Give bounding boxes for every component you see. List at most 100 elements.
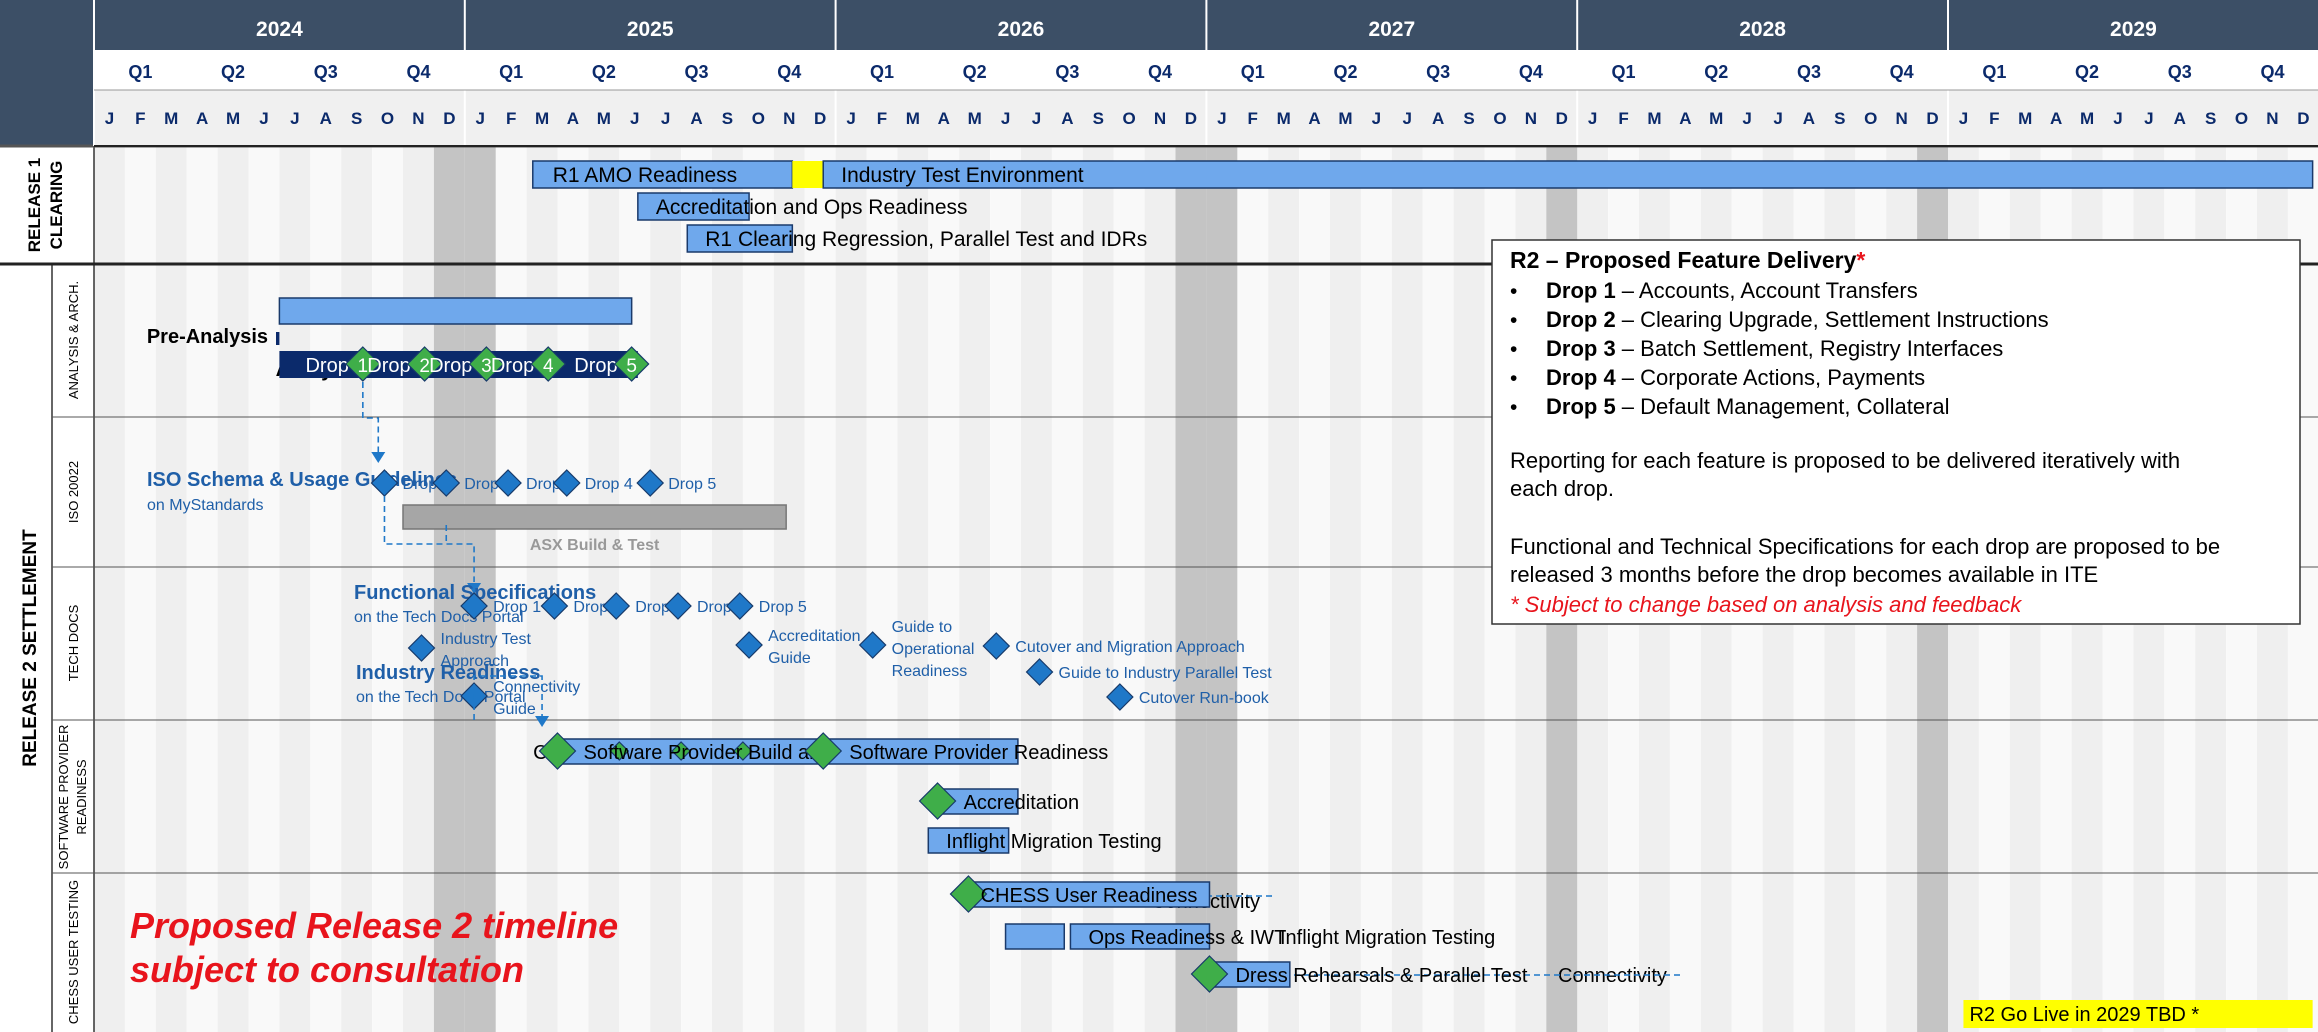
- r2-box-star: *: [1856, 247, 1865, 273]
- month-label: F: [1989, 109, 1999, 128]
- month-label: D: [1556, 109, 1568, 128]
- month-label: D: [2297, 109, 2309, 128]
- techdoc-drop-label: Drop 1: [493, 599, 541, 616]
- month-label: A: [1432, 109, 1444, 128]
- month-label: S: [351, 109, 362, 128]
- month-label: S: [1834, 109, 1845, 128]
- month-label: A: [2174, 109, 2186, 128]
- month-label: J: [1742, 109, 1751, 128]
- month-stripe: [279, 146, 311, 1032]
- month-label: S: [722, 109, 733, 128]
- month-label: A: [1061, 109, 1073, 128]
- r1-amo-label: R1 AMO Readiness: [553, 164, 737, 187]
- month-stripe: [310, 146, 342, 1032]
- month-label: J: [476, 109, 485, 128]
- accreditation-guide-label-2: Guide: [768, 650, 811, 667]
- year-label: 2026: [998, 18, 1045, 41]
- month-stripe: [1360, 146, 1392, 1032]
- r2-drop-name: Drop 5: [1546, 394, 1616, 419]
- chess-dress-label: Dress Rehearsals & Parallel Test: [1235, 965, 1527, 987]
- r2-drop-desc: – Default Management, Collateral: [1616, 394, 1950, 419]
- sp-accreditation-label: Accreditation: [964, 792, 1080, 814]
- r1-accreditation-label: Accreditation and Ops Readiness: [656, 196, 968, 219]
- month-stripe: [650, 146, 682, 1032]
- month-label: F: [135, 109, 145, 128]
- month-label: A: [196, 109, 208, 128]
- analysis-drop-label: Drop: [305, 355, 348, 377]
- month-label: J: [2144, 109, 2153, 128]
- month-stripe: [681, 146, 712, 1032]
- month-label: J: [661, 109, 670, 128]
- month-label: D: [814, 109, 826, 128]
- chess-connectivity2-label: Connectivity: [1558, 965, 1667, 987]
- iso-drop-label: Drop 4: [585, 476, 633, 493]
- proposed-timeline-text-2: subject to consultation: [130, 949, 524, 990]
- quarter-label: Q4: [406, 62, 430, 82]
- month-stripe: [1330, 146, 1361, 1032]
- month-label: J: [259, 109, 268, 128]
- chess-readiness-label: CHESS User Readiness: [981, 885, 1198, 907]
- month-label: J: [2113, 109, 2122, 128]
- r2-bullet: •: [1510, 338, 1517, 361]
- r2-para2-line: released 3 months before the drop become…: [1510, 562, 2098, 587]
- month-label: M: [1338, 109, 1352, 128]
- r2-drop-desc: – Accounts, Account Transfers: [1616, 278, 1918, 303]
- quarter-label: Q1: [1241, 62, 1265, 82]
- month-label: M: [1709, 109, 1723, 128]
- r2-bullet: •: [1510, 367, 1517, 390]
- iso-row-label: ISO 20022: [66, 461, 81, 523]
- month-label: N: [412, 109, 424, 128]
- sp-readiness-label: Software Provider Readiness: [849, 742, 1108, 764]
- month-label: A: [1803, 109, 1815, 128]
- chess-inflight-label: Inflight Migration Testing: [1280, 927, 1495, 949]
- year-label: 2029: [2110, 18, 2157, 41]
- corner-block: [0, 0, 94, 146]
- month-stripe: [835, 146, 867, 1032]
- r2-drop-desc: – Batch Settlement, Registry Interfaces: [1616, 336, 2004, 361]
- quarter-label: Q1: [128, 62, 152, 82]
- r2-drop-item: Drop 4 – Corporate Actions, Payments: [1546, 365, 1925, 390]
- month-label: N: [1525, 109, 1537, 128]
- month-label: O: [2235, 109, 2248, 128]
- month-stripe: [124, 146, 156, 1032]
- quarter-label: Q4: [777, 62, 801, 82]
- month-label: F: [1248, 109, 1258, 128]
- month-label: M: [226, 109, 240, 128]
- year-label: 2027: [1368, 18, 1415, 41]
- month-label: A: [690, 109, 702, 128]
- month-label: A: [938, 109, 950, 128]
- month-stripe: [1299, 146, 1330, 1032]
- quarter-label: Q2: [1333, 62, 1357, 82]
- quarter-label: Q3: [685, 62, 709, 82]
- analysis-row-label: ANALYSIS & ARCH.: [66, 281, 81, 399]
- iso-drop-label: Drop 5: [668, 476, 716, 493]
- month-label: F: [877, 109, 887, 128]
- month-stripe: [1453, 146, 1485, 1032]
- month-label: J: [1959, 109, 1968, 128]
- pre-analysis-bar: [276, 332, 280, 345]
- month-stripe: [1422, 146, 1454, 1032]
- month-stripe: [897, 146, 929, 1032]
- year-label: 2028: [1739, 18, 1786, 41]
- month-stripe: [248, 146, 280, 1032]
- connectivity-guide-label-2: Guide: [493, 701, 536, 718]
- r2-drop-item: Drop 3 – Batch Settlement, Registry Inte…: [1546, 336, 2003, 361]
- month-label: O: [752, 109, 765, 128]
- techdocs-row-label: TECH DOCS: [66, 604, 81, 681]
- r2-box-title: R2 – Proposed Feature Delivery*: [1510, 247, 1865, 273]
- cutover-runbook-label: Cutover Run-book: [1139, 690, 1270, 707]
- sp-inflight-label: Inflight Migration Testing: [946, 831, 1161, 853]
- month-label: A: [567, 109, 579, 128]
- month-stripe: [619, 146, 651, 1032]
- month-stripe: [217, 146, 249, 1032]
- month-label: D: [1185, 109, 1197, 128]
- month-stripe: [866, 146, 898, 1032]
- month-label: A: [1308, 109, 1320, 128]
- month-label: M: [535, 109, 549, 128]
- quarter-label: Q2: [2075, 62, 2099, 82]
- month-label: J: [630, 109, 639, 128]
- operational-guide-label: Readiness: [892, 663, 968, 680]
- operational-guide-label: Guide to: [892, 619, 953, 636]
- asx-build-bar: [402, 504, 787, 530]
- go-live-label: R2 Go Live in 2029 TBD *: [1969, 1004, 2199, 1026]
